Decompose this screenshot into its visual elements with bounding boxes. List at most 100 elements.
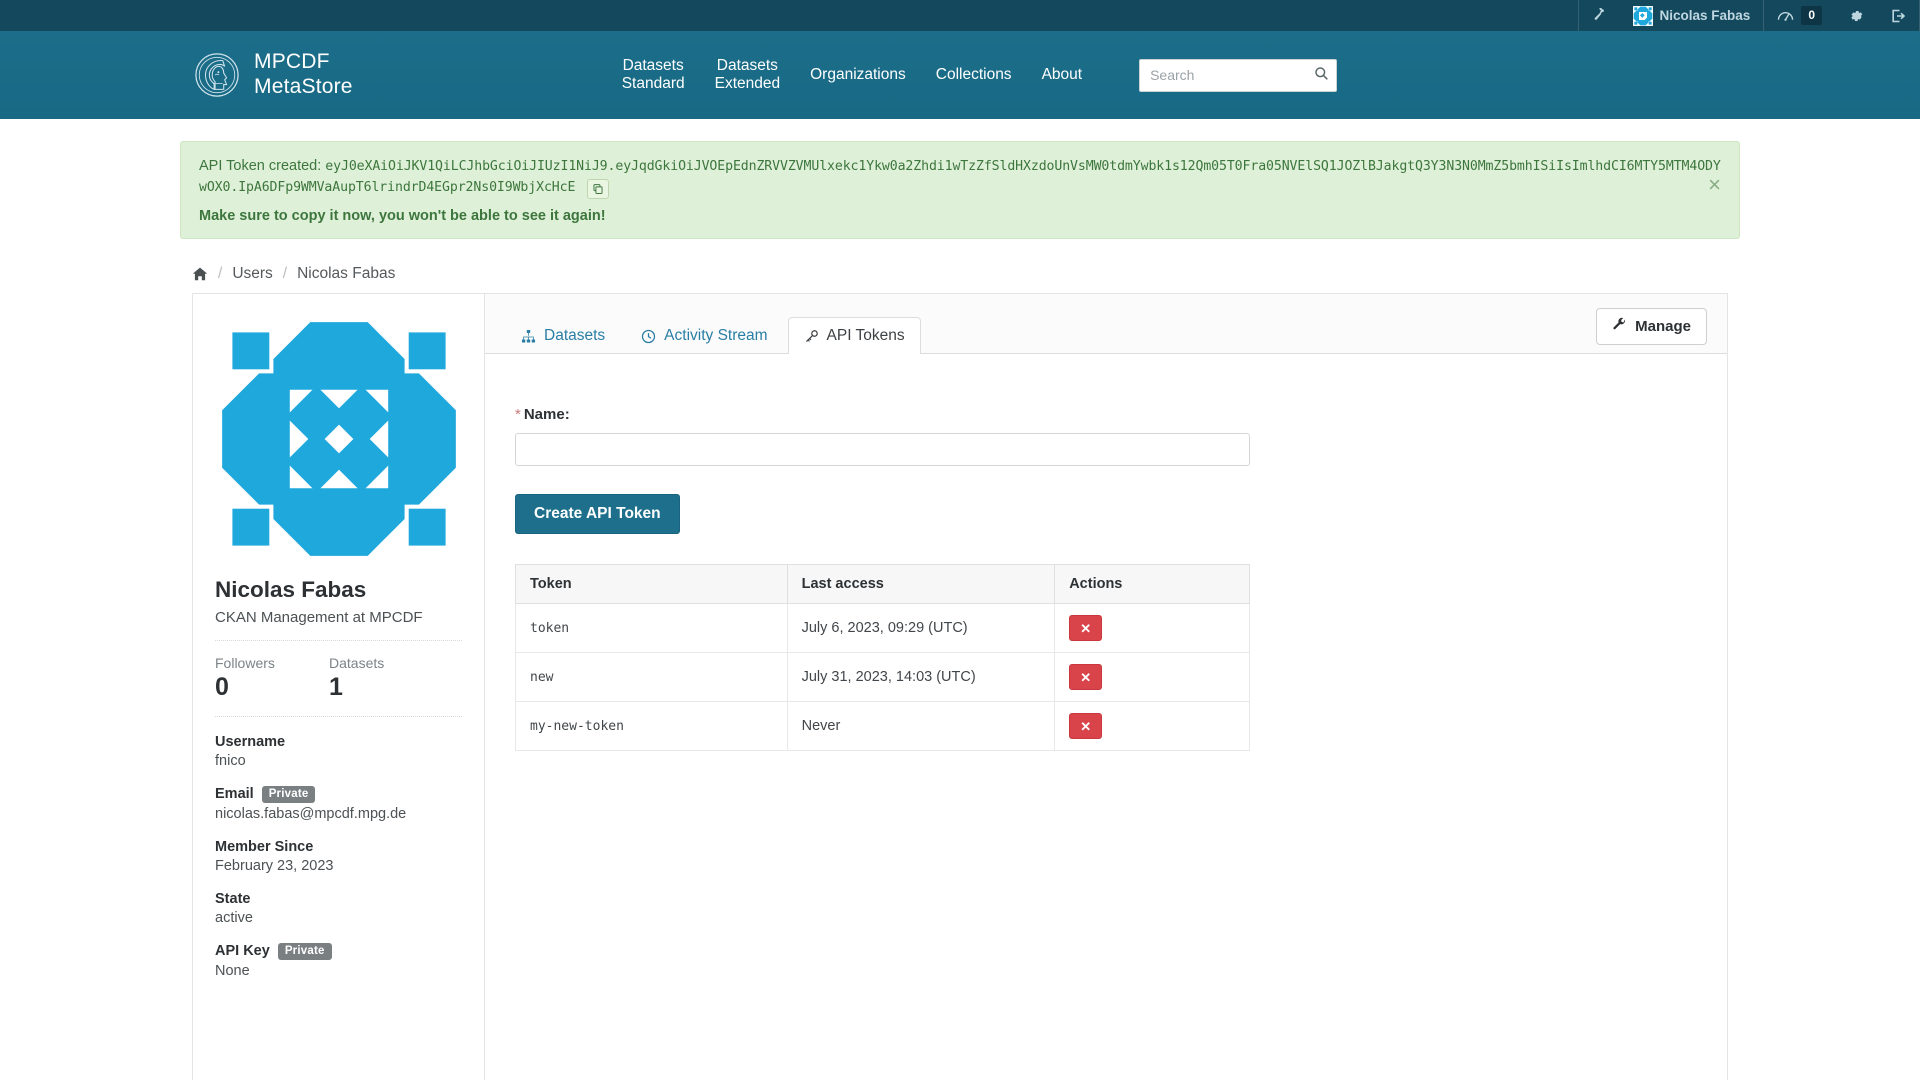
sidebar-divider-1 [215,640,462,641]
cell-token-2: my-new-token [515,701,788,751]
nav-datasets-extended[interactable]: Datasets Extended [700,51,796,100]
site-header: MPCDF MetaStore Datasets Standard Datase… [0,31,1920,119]
field-email-value: nicolas.fabas@mpcdf.mpg.de [215,805,407,822]
column-header-token: Token [515,564,788,604]
cell-actions-1: ✕ [1054,652,1250,702]
hammer-icon [1592,8,1607,23]
logout-icon [1890,8,1906,24]
sidebar-divider-2 [215,715,462,717]
field-username-value: fnico [215,752,246,769]
cell-actions-0: ✕ [1054,603,1250,653]
cell-token-1: new [515,652,788,702]
table-row: my-new-token Never ✕ [515,701,1250,751]
tab-activity-stream[interactable]: Activity Stream [625,317,783,354]
flash-message-area: × API Token created: eyJ0eXAiOiJKV1QiLCJ… [180,119,1740,239]
settings-link[interactable] [1835,0,1877,31]
stat-followers: Followers 0 [215,655,329,702]
tab-api-tokens[interactable]: API Tokens [787,317,921,354]
logout-link[interactable] [1877,0,1919,31]
user-avatar-identicon [215,316,462,562]
revoke-x-icon-button-2[interactable]: ✕ [1069,713,1103,739]
status-badge-private-apikey: Private [277,942,332,960]
manage-button-label: Manage [1635,318,1691,335]
stat-datasets-label: Datasets [329,655,385,671]
api-tokens-table: Token Last access Actions token July 6, … [515,564,1250,751]
tab-datasets[interactable]: Datasets [505,317,621,354]
search-icon [1314,66,1329,84]
key-icon [804,329,819,344]
breadcrumb-nicolas-fabas: Nicolas Fabas [297,265,396,282]
home-icon[interactable] [192,266,208,282]
copy-icon[interactable] [587,179,610,199]
api-tokens-panel: * Name: Create API Token Token Last acces… [485,354,1727,781]
table-header-row: Token Last access Actions [515,564,1250,604]
field-username-label: Username [215,733,286,750]
breadcrumb: / Users / Nicolas Fabas [180,239,1740,293]
site-logo-link[interactable]: MPCDF MetaStore [194,50,353,100]
page-body: Nicolas Fabas CKAN Management at MPCDF F… [180,293,1740,1080]
dashboard-icon [1777,8,1794,23]
field-state-value: active [215,909,253,926]
clock-icon [641,329,656,344]
column-header-last-access: Last access [786,564,1056,604]
nav-about[interactable]: About [1027,60,1098,90]
table-row: token July 6, 2023, 09:29 (UTC) ✕ [515,603,1250,653]
cell-last-access-0: July 6, 2023, 09:29 (UTC) [786,603,1056,653]
tab-datasets-label: Datasets [544,327,606,344]
nav-organizations[interactable]: Organizations [795,60,921,90]
stat-datasets: Datasets 1 [329,655,443,702]
content-tabs-row: Datasets Activity Stream API Tokens Mana… [485,294,1727,354]
stat-followers-value: 0 [215,673,229,701]
field-email: Email Private nicolas.fabas@mpcdf.mpg.de [215,785,462,822]
alert-token-value: eyJ0eXAiOiJKV1QiLCJhbGciOiJIUzI1NiJ9.eyJ… [199,159,1721,195]
user-avatar-identicon-small [1632,5,1653,26]
nav-collections[interactable]: Collections [921,60,1027,90]
user-stats: Followers 0 Datasets 1 [215,655,462,702]
revoke-x-icon-button-0[interactable]: ✕ [1069,615,1103,641]
cell-token-0: token [515,603,788,653]
nav-datasets-standard[interactable]: Datasets Standard [607,51,700,100]
notification-count-badge: 0 [1801,6,1822,25]
field-member-since-value: February 23, 2023 [215,857,334,874]
alert-label: API Token created: [199,158,322,174]
cell-last-access-2: Never [786,701,1056,751]
token-name-label-text: Name: [523,406,570,423]
tab-api-tokens-label: API Tokens [826,327,905,344]
minerva-head-logo-icon [194,52,240,98]
cell-actions-2: ✕ [1054,701,1250,751]
field-member-since: Member Since February 23, 2023 [215,839,462,874]
breadcrumb-users[interactable]: Users [232,265,272,283]
field-username: Username fnico [215,734,462,769]
main-content: Datasets Activity Stream API Tokens Mana… [484,293,1728,1080]
api-token-created-alert: × API Token created: eyJ0eXAiOiJKV1QiLCJ… [180,141,1740,239]
field-api-key-label: API Key [215,943,270,960]
column-header-actions: Actions [1054,564,1250,604]
stat-datasets-value: 1 [329,673,343,701]
manage-button[interactable]: Manage [1596,308,1707,345]
masthead-username: Nicolas Fabas [1659,8,1751,23]
revoke-x-icon-button-1[interactable]: ✕ [1069,664,1103,690]
breadcrumb-separator-1: / [218,265,223,282]
field-api-key-value: None [215,962,250,979]
sitemap-icon [521,329,536,344]
field-member-since-label: Member Since [215,838,314,855]
brand-line-1: MPCDF [254,50,330,74]
user-profile-link[interactable]: Nicolas Fabas [1620,0,1764,31]
site-search [1139,58,1338,92]
close-x-icon: ✕ [1080,718,1092,734]
user-profile-sidebar: Nicolas Fabas CKAN Management at MPCDF F… [192,293,484,1080]
search-submit-button[interactable] [1312,64,1331,86]
page-title: Nicolas Fabas [215,577,367,602]
create-api-token-button[interactable]: Create API Token [515,494,680,534]
sysadmin-settings-link[interactable] [1579,0,1620,31]
cell-last-access-1: July 31, 2023, 14:03 (UTC) [786,652,1056,702]
close-x-icon: ✕ [1080,669,1092,685]
content-tabs: Datasets Activity Stream API Tokens [505,317,921,354]
close-icon[interactable]: × [1704,174,1725,196]
alert-warning-text: Make sure to copy it now, you won't be a… [199,208,606,224]
token-name-input[interactable] [515,433,1250,466]
status-badge-private-email: Private [261,785,316,803]
search-input[interactable] [1139,58,1338,92]
wrench-icon [1612,317,1627,336]
dashboard-link[interactable]: 0 [1764,0,1835,31]
